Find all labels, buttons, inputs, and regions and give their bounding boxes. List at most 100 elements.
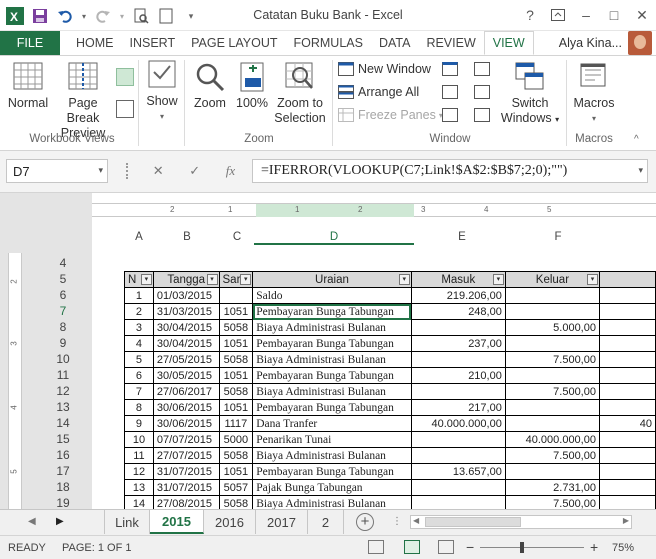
table-cell[interactable] <box>598 303 656 320</box>
table-cell[interactable]: 1051 <box>218 399 254 416</box>
user-account[interactable]: Alya Kina... <box>559 31 656 55</box>
table-cell[interactable]: Pembayaran Bunga Tabungan <box>252 335 412 352</box>
sheet-tab-more[interactable]: 2 <box>308 510 344 534</box>
table-cell[interactable] <box>598 463 656 480</box>
column-header-d[interactable]: D <box>254 231 414 245</box>
tab-splitter-icon[interactable]: ⋮ <box>392 516 402 527</box>
maximize-button[interactable]: □ <box>600 0 628 30</box>
filter-dropdown-icon[interactable]: ▾ <box>240 274 252 285</box>
table-cell[interactable]: 1051 <box>218 367 254 384</box>
table-cell[interactable]: 7.500,00 <box>504 447 600 464</box>
table-cell[interactable]: Pembayaran Bunga Tabungan <box>252 303 412 320</box>
table-cell[interactable]: 13.657,00 <box>410 463 506 480</box>
row-header[interactable]: 16 <box>36 447 90 463</box>
normal-view-status-icon[interactable] <box>368 540 384 554</box>
table-cell[interactable]: 40.000.000,00 <box>410 415 506 432</box>
table-cell[interactable] <box>504 463 600 480</box>
macros-button[interactable]: Macros ▾ <box>570 62 618 126</box>
column-header-c[interactable]: C <box>220 231 254 245</box>
table-cell[interactable] <box>504 415 600 432</box>
custom-views-icon[interactable] <box>116 100 134 118</box>
scroll-sheets-left-icon[interactable]: ◀ <box>28 516 36 527</box>
row-header[interactable]: 14 <box>36 415 90 431</box>
table-cell[interactable] <box>410 431 506 448</box>
table-cell[interactable] <box>410 319 506 336</box>
table-cell[interactable]: 12 <box>124 463 154 480</box>
table-cell[interactable]: 5000 <box>218 431 254 448</box>
column-header-f[interactable]: F <box>510 231 606 245</box>
table-cell[interactable]: 8 <box>124 399 154 416</box>
table-cell[interactable]: Biaya Administrasi Bulanan <box>252 495 412 509</box>
table-cell[interactable] <box>598 479 656 496</box>
table-cell[interactable]: Biaya Administrasi Bulanan <box>252 319 412 336</box>
page-layout-status-icon[interactable] <box>404 540 420 554</box>
sheet-tab-link[interactable]: Link <box>104 510 150 534</box>
table-cell[interactable] <box>504 335 600 352</box>
tab-formulas[interactable]: FORMULAS <box>286 31 371 55</box>
zoom-slider[interactable] <box>480 542 584 553</box>
header-masuk[interactable]: Masuk ▾ <box>410 271 506 288</box>
row-header[interactable]: 12 <box>36 383 90 399</box>
filter-dropdown-icon[interactable]: ▾ <box>586 274 598 285</box>
new-window-button[interactable]: New Window <box>338 62 431 76</box>
table-cell[interactable]: Penarikan Tunai <box>252 431 412 448</box>
row-header[interactable]: 15 <box>36 431 90 447</box>
table-cell[interactable]: 31/07/2015 <box>152 479 220 496</box>
new-sheet-button[interactable]: + <box>356 513 374 531</box>
row-header[interactable]: 19 <box>36 495 90 509</box>
freeze-panes-button[interactable]: Freeze Panes ▾ <box>338 108 443 122</box>
scroll-left-arrow-icon[interactable]: ◀ <box>413 516 419 525</box>
table-cell[interactable] <box>598 447 656 464</box>
cancel-icon[interactable]: ✕ <box>153 163 164 179</box>
table-cell[interactable]: 5058 <box>218 495 254 509</box>
unhide-icon[interactable] <box>442 108 458 122</box>
table-cell[interactable] <box>410 351 506 368</box>
filter-dropdown-icon[interactable]: ▾ <box>398 274 410 285</box>
page-break-status-icon[interactable] <box>438 540 454 554</box>
ribbon-display-options-icon[interactable] <box>544 0 572 30</box>
table-cell[interactable]: 27/05/2015 <box>152 351 220 368</box>
header-saldo[interactable] <box>598 271 656 288</box>
enter-icon[interactable]: ✓ <box>189 163 200 179</box>
scroll-sheets-right-icon[interactable]: ▶ <box>56 516 64 527</box>
split-icon[interactable] <box>442 62 458 76</box>
table-cell[interactable]: 11 <box>124 447 154 464</box>
table-cell[interactable]: 30/04/2015 <box>152 319 220 336</box>
filter-dropdown-icon[interactable]: ▾ <box>492 274 504 285</box>
table-cell[interactable]: 3 <box>124 319 154 336</box>
table-cell[interactable] <box>504 399 600 416</box>
table-cell[interactable]: 01/03/2015 <box>152 287 220 304</box>
table-cell[interactable]: 217,00 <box>410 399 506 416</box>
table-cell[interactable]: 30/04/2015 <box>152 335 220 352</box>
table-cell[interactable]: 30/05/2015 <box>152 367 220 384</box>
row-header[interactable]: 11 <box>36 367 90 383</box>
page-layout-view-icon[interactable] <box>116 68 134 86</box>
row-header[interactable]: 5 <box>36 271 90 287</box>
header-sandi[interactable]: Sar ▾ <box>218 271 254 288</box>
column-header-b[interactable]: B <box>154 231 220 245</box>
table-cell[interactable]: 1051 <box>218 303 254 320</box>
table-cell[interactable]: Biaya Administrasi Bulanan <box>252 383 412 400</box>
table-cell[interactable]: 1051 <box>218 463 254 480</box>
table-cell[interactable]: 5058 <box>218 319 254 336</box>
table-cell[interactable] <box>410 495 506 509</box>
zoom-button[interactable]: Zoom <box>190 62 230 111</box>
zoom-level[interactable]: 75% <box>612 542 634 554</box>
table-cell[interactable]: 07/07/2015 <box>152 431 220 448</box>
column-header-e[interactable]: E <box>414 231 510 245</box>
name-box[interactable]: D7 ▾ <box>6 159 108 183</box>
table-cell[interactable] <box>410 383 506 400</box>
table-cell[interactable]: 14 <box>124 495 154 509</box>
tab-file[interactable]: FILE <box>0 31 60 55</box>
expand-formula-bar-icon[interactable]: ▾ <box>638 165 643 176</box>
collapse-ribbon-icon[interactable]: ^ <box>634 134 639 145</box>
row-header[interactable]: 18 <box>36 479 90 495</box>
normal-view-button[interactable]: Normal <box>6 62 50 111</box>
table-cell[interactable]: 27/08/2015 <box>152 495 220 509</box>
reset-window-position-icon[interactable] <box>474 108 490 122</box>
table-cell[interactable]: 7.500,00 <box>504 351 600 368</box>
table-cell[interactable]: 31/03/2015 <box>152 303 220 320</box>
tab-home[interactable]: HOME <box>68 31 122 55</box>
table-cell[interactable]: 210,00 <box>410 367 506 384</box>
table-cell[interactable]: 5.000,00 <box>504 319 600 336</box>
